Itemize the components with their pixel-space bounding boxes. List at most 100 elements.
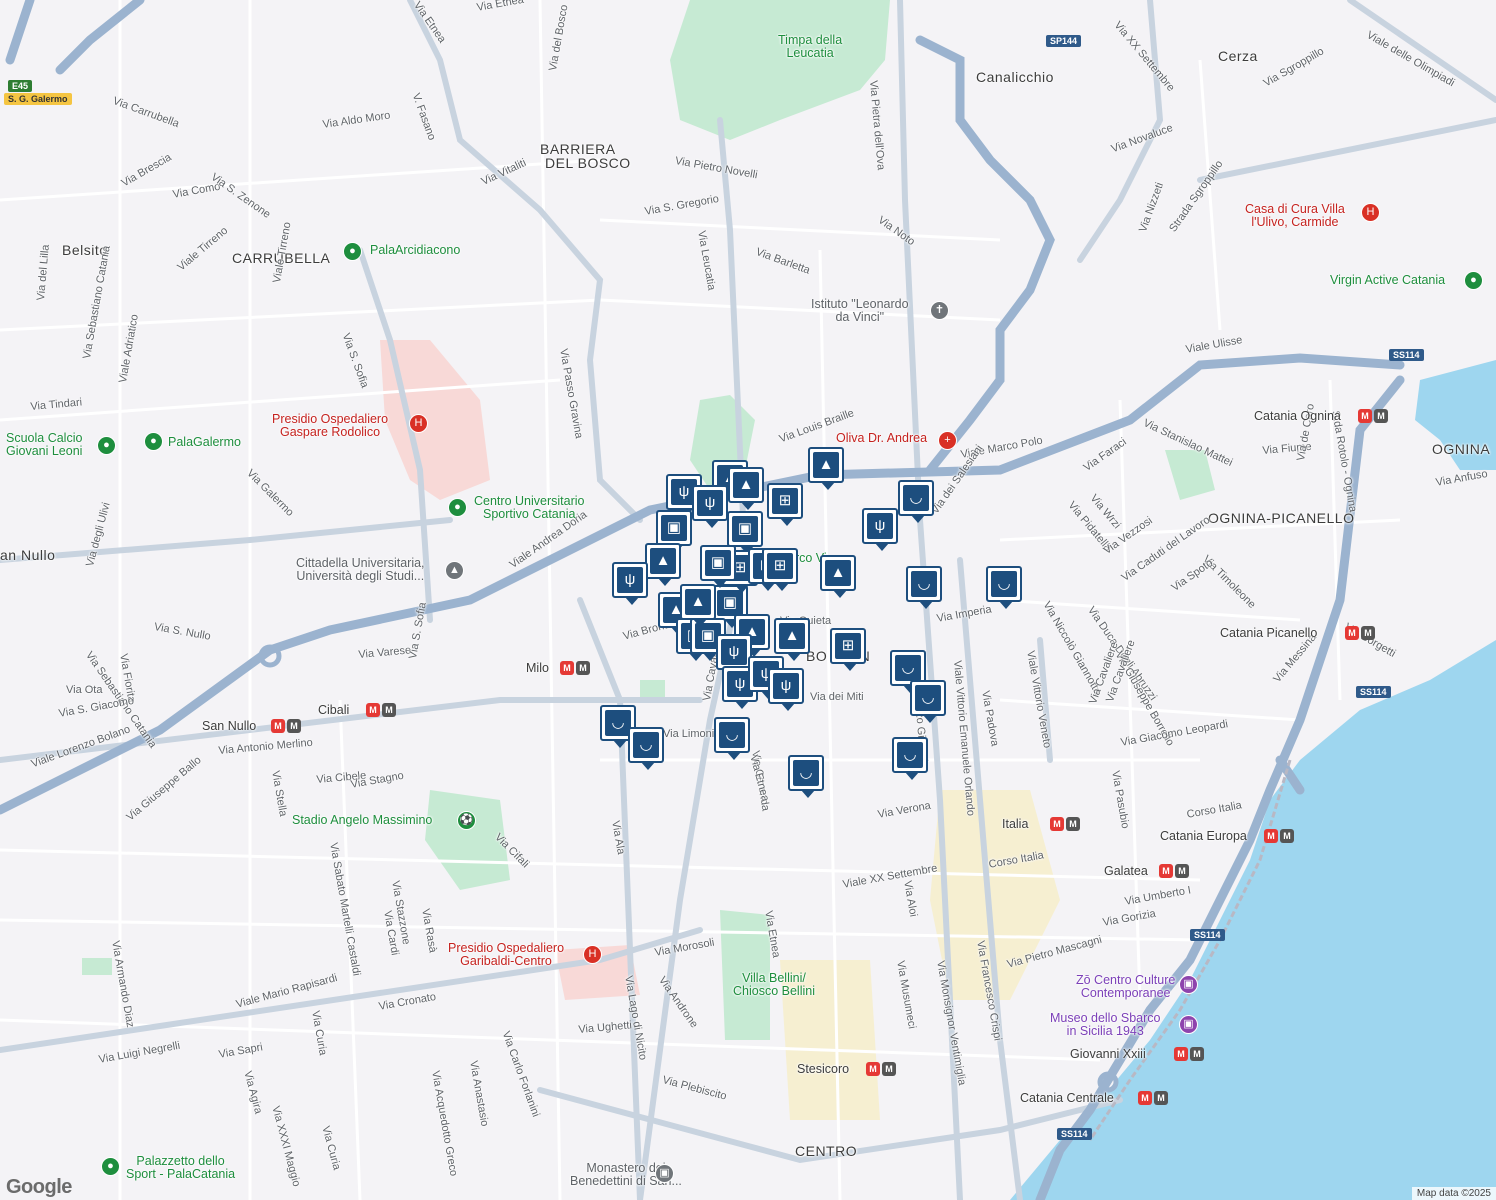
poi-label[interactable]: Villa Bellini/ Chiosco Bellini <box>733 972 815 997</box>
hospital-icon[interactable]: H <box>1361 203 1380 222</box>
shopping-icon: ▣ <box>732 516 758 542</box>
map-canvas[interactable]: BARRIERA DEL BOSCO CARRUBELLA Belsito Canali… <box>0 0 1496 1200</box>
map-marker-cafe[interactable]: ◡ <box>986 566 1022 609</box>
cafe-icon: ◡ <box>633 732 659 758</box>
map-marker-school[interactable]: ▲ <box>680 584 716 627</box>
cart-icon: ⊞ <box>767 553 793 579</box>
sport-icon[interactable]: ● <box>448 498 467 517</box>
map-marker-school[interactable]: ▲ <box>820 555 856 598</box>
station-label[interactable]: Stesicoro <box>797 1063 849 1076</box>
cafe-icon: ◡ <box>903 485 929 511</box>
road-shield: SS114 <box>1190 929 1225 941</box>
map-marker-cafe[interactable]: ◡ <box>788 755 824 798</box>
poi-label[interactable]: Stadio Angelo Massimino <box>292 814 432 827</box>
station-label[interactable]: San Nullo <box>202 720 256 733</box>
map-marker-restaurant[interactable]: ψ <box>692 485 728 528</box>
medical-icon[interactable]: + <box>938 431 957 450</box>
station-label[interactable]: Cibali <box>318 704 349 717</box>
map-marker-restaurant[interactable]: ψ <box>862 508 898 551</box>
sport-icon[interactable]: ● <box>97 436 116 455</box>
museum-icon[interactable]: ▣ <box>1179 975 1198 994</box>
poi-label[interactable]: Museo dello Sbarco in Sicilia 1943 <box>1050 1012 1160 1037</box>
map-marker-cafe[interactable]: ◡ <box>906 566 942 609</box>
station-label[interactable]: Catania Ognina <box>1254 410 1341 423</box>
metro-station-icon[interactable]: MM <box>1138 1091 1168 1105</box>
poi-label[interactable]: Presidio Ospedaliero Gaspare Rodolico <box>272 413 388 438</box>
map-marker-school[interactable]: ▲ <box>645 543 681 586</box>
shopping-icon: ▣ <box>717 590 743 616</box>
poi-label[interactable]: Zō Centro Culture Contemporanee <box>1076 974 1175 999</box>
poi-label[interactable]: Scuola Calcio Giovani Leoni <box>6 432 82 457</box>
sport-icon[interactable]: ● <box>101 1157 120 1176</box>
museum-icon[interactable]: ▣ <box>1179 1015 1198 1034</box>
restaurant-icon: ψ <box>697 490 723 516</box>
metro-station-icon[interactable]: MM <box>560 661 590 675</box>
road-shield: SP144 <box>1046 35 1082 47</box>
metro-station-icon[interactable]: MM <box>1050 817 1080 831</box>
metro-station-icon[interactable]: MM <box>1159 864 1189 878</box>
poi-label[interactable]: Cittadella Universitaria, Università deg… <box>296 557 425 582</box>
museum-icon[interactable]: ▣ <box>655 1164 674 1183</box>
station-label[interactable]: Giovanni Xxiii <box>1070 1048 1146 1061</box>
google-logo: Google <box>6 1176 72 1198</box>
metro-station-icon[interactable]: MM <box>271 719 301 733</box>
hospital-icon[interactable]: H <box>409 414 428 433</box>
cafe-icon: ◡ <box>793 760 819 786</box>
map-marker-cart[interactable]: ⊞ <box>830 628 866 671</box>
metro-station-icon[interactable]: MM <box>1264 829 1294 843</box>
poi-label[interactable]: Timpa della Leucatia <box>778 34 842 59</box>
map-marker-cart[interactable]: ⊞ <box>767 483 803 526</box>
metro-station-icon[interactable]: MM <box>1358 409 1388 423</box>
map-marker-shopping[interactable]: ▣ <box>656 510 692 553</box>
poi-label[interactable]: PalaArcidiacono <box>370 244 460 257</box>
map-marker-cafe[interactable]: ◡ <box>714 717 750 760</box>
map-marker-school[interactable]: ▲ <box>774 618 810 661</box>
cross-icon[interactable]: ✝ <box>930 301 949 320</box>
map-marker-cafe[interactable]: ◡ <box>910 680 946 723</box>
map-marker-shopping[interactable]: ▣ <box>727 511 763 554</box>
school-icon: ▲ <box>813 452 839 478</box>
map-marker-shopping[interactable]: ▣ <box>700 545 736 588</box>
map-attribution[interactable]: Map data ©2025 <box>1411 1187 1496 1200</box>
area-label: OGNINA-PICANELLO <box>1208 510 1355 526</box>
restaurant-icon: ψ <box>721 639 747 665</box>
school-icon[interactable]: ▲ <box>445 561 464 580</box>
poi-label[interactable]: Centro Universitario Sportivo Catania <box>474 495 584 520</box>
poi-label[interactable]: PalaGalermo <box>168 436 241 449</box>
poi-label[interactable]: Casa di Cura Villa l'Ulivo, Carmide <box>1245 203 1345 228</box>
metro-station-icon[interactable]: MM <box>866 1062 896 1076</box>
map-marker-cart[interactable]: ⊞ <box>762 548 798 591</box>
station-label[interactable]: Catania Picanello <box>1220 627 1317 640</box>
poi-label[interactable]: Virgin Active Catania <box>1330 274 1445 287</box>
sport-icon[interactable]: ● <box>343 242 362 261</box>
map-marker-cafe[interactable]: ◡ <box>892 737 928 780</box>
metro-station-icon[interactable]: MM <box>366 703 396 717</box>
area-label: CENTRO <box>795 1143 858 1159</box>
sport-icon[interactable]: ● <box>1464 271 1483 290</box>
school-icon: ▲ <box>733 472 759 498</box>
map-marker-restaurant[interactable]: ψ <box>716 634 752 677</box>
hospital-icon[interactable]: H <box>583 945 602 964</box>
school-icon: ▲ <box>779 623 805 649</box>
metro-station-icon[interactable]: MM <box>1174 1047 1204 1061</box>
station-label[interactable]: Italia <box>1002 818 1028 831</box>
road-shield: S. G. Galermo <box>4 93 72 105</box>
station-label[interactable]: Galatea <box>1104 865 1148 878</box>
street-label: Via Ota <box>66 684 103 696</box>
poi-label[interactable]: Istituto "Leonardo da Vinci" <box>811 298 909 323</box>
map-marker-cafe[interactable]: ◡ <box>898 480 934 523</box>
map-marker-school[interactable]: ▲ <box>728 467 764 510</box>
map-marker-restaurant[interactable]: ψ <box>768 668 804 711</box>
map-marker-school[interactable]: ▲ <box>808 447 844 490</box>
sport-icon[interactable]: ● <box>144 432 163 451</box>
station-label[interactable]: Milo <box>526 662 549 675</box>
poi-label[interactable]: Presidio Ospedaliero Garibaldi-Centro <box>448 942 564 967</box>
metro-station-icon[interactable]: MM <box>1345 626 1375 640</box>
stadium-icon[interactable]: ⚽ <box>457 811 476 830</box>
station-label[interactable]: Catania Europa <box>1160 830 1247 843</box>
poi-label[interactable]: Palazzetto dello Sport - PalaCatania <box>126 1155 235 1180</box>
map-marker-restaurant[interactable]: ψ <box>612 562 648 605</box>
station-label[interactable]: Catania Centrale <box>1020 1092 1114 1105</box>
poi-label[interactable]: Oliva Dr. Andrea <box>836 432 927 445</box>
map-marker-cafe[interactable]: ◡ <box>628 727 664 770</box>
